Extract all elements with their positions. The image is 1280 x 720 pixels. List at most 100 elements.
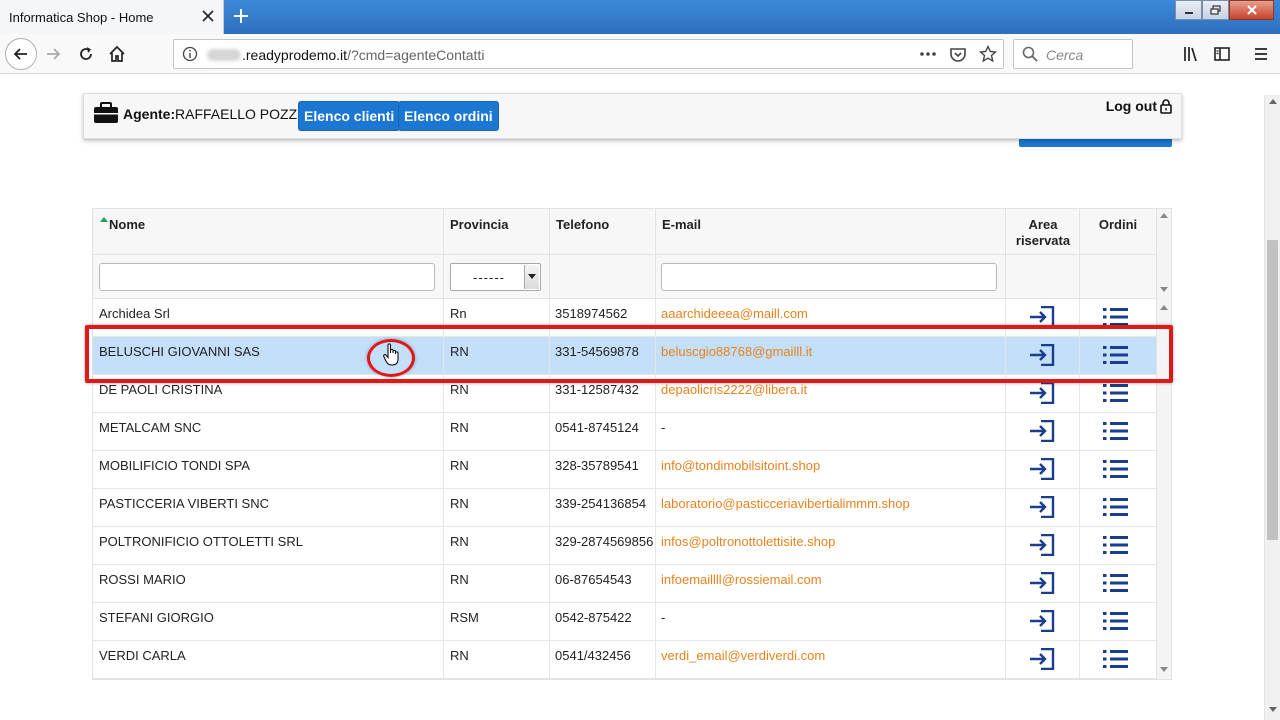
close-window-icon[interactable] (1229, 0, 1274, 20)
client-name[interactable]: BELUSCHI GIOVANNI SAS (99, 344, 260, 359)
orders-list-button[interactable]: Elenco ordini (398, 101, 499, 131)
close-tab-icon[interactable] (200, 8, 216, 24)
client-email[interactable]: laboratorio@pasticceriavibertialimmm.sho… (661, 496, 910, 511)
header-nome[interactable]: Nome (93, 209, 444, 254)
sidebar-icon[interactable] (1211, 43, 1233, 65)
client-email[interactable]: depaolicris2222@libera.it (661, 382, 807, 397)
table-row[interactable]: BELUSCHI GIOVANNI SAS RN 331-54569878 belus… (93, 337, 1156, 375)
table-row[interactable]: DE PAOLI CRISTINA RN 331-12587432 depaolicr… (93, 375, 1156, 413)
header-provincia-label: Provincia (450, 217, 509, 232)
client-name[interactable]: DE PAOLI CRISTINA (99, 382, 222, 397)
client-email[interactable]: verdi_email@verdiverdi.com (661, 648, 825, 663)
orders-list-icon[interactable] (1103, 459, 1129, 482)
address-bar[interactable]: .readyprodemo.it/?cmd=agenteContatti (173, 39, 1004, 69)
client-email[interactable]: beluscgio88768@gmailll.it (661, 344, 812, 359)
client-phone: 06-87654543 (555, 572, 632, 587)
restore-icon[interactable] (1202, 0, 1229, 20)
orders-list-icon[interactable] (1103, 383, 1129, 406)
scroll-down-icon[interactable] (1160, 667, 1168, 673)
orders-list-icon[interactable] (1103, 535, 1129, 558)
filter-email-input[interactable] (661, 263, 997, 291)
back-icon[interactable] (5, 38, 37, 70)
login-icon[interactable] (1029, 647, 1055, 673)
client-name[interactable]: VERDI CARLA (99, 648, 186, 663)
client-email[interactable]: info@tondimobilsitoint.shop (661, 458, 820, 473)
client-phone: 331-12587432 (555, 382, 639, 397)
client-email[interactable]: aaarchideeea@maill.com (661, 306, 808, 321)
table-row[interactable]: METALCAM SNC RN 0541-8745124 - (93, 413, 1156, 451)
logout-link[interactable]: Log out (1106, 98, 1172, 114)
login-icon[interactable] (1029, 533, 1055, 559)
scroll-up-icon[interactable] (1160, 305, 1168, 311)
forward-icon[interactable] (42, 43, 64, 65)
client-phone: 329-2874569856 (555, 534, 654, 549)
scroll-down-icon[interactable] (1160, 287, 1168, 293)
search-bar[interactable]: Cerca (1013, 39, 1133, 69)
scroll-up-icon[interactable] (1160, 213, 1168, 219)
page-scroll-thumb[interactable] (1267, 240, 1278, 540)
minimize-icon[interactable] (1175, 0, 1202, 20)
menu-icon[interactable] (1250, 43, 1272, 65)
table-scrollbar[interactable] (1156, 209, 1171, 679)
client-phone: 339-254136854 (555, 496, 647, 511)
client-province: RN (450, 382, 469, 397)
page-actions-icon[interactable] (919, 46, 937, 62)
table-row[interactable]: Archidea Srl Rn 3518974562 aaarchideeea@mai… (93, 299, 1156, 337)
client-name[interactable]: STEFANI GIORGIO (99, 610, 214, 625)
table-row[interactable]: ROSSI MARIO RN 06-87654543 infoemaillll@ros… (93, 565, 1156, 603)
scroll-down-icon[interactable] (1269, 707, 1277, 713)
library-icon[interactable] (1180, 43, 1202, 65)
filter-provincia-select[interactable]: ------ (450, 263, 541, 291)
pocket-icon[interactable] (949, 45, 967, 63)
login-icon[interactable] (1029, 305, 1055, 331)
orders-list-icon[interactable] (1103, 497, 1129, 520)
client-province: Rn (450, 306, 467, 321)
browser-tab[interactable]: Informatica Shop - Home (0, 0, 224, 34)
client-phone: 0541-8745124 (555, 420, 639, 435)
scroll-up-icon[interactable] (1269, 99, 1277, 105)
clients-list-button[interactable]: Elenco clienti (298, 101, 401, 131)
dropdown-arrow-icon[interactable] (524, 265, 539, 289)
login-icon[interactable] (1029, 343, 1055, 369)
bookmark-star-icon[interactable] (979, 45, 997, 63)
client-email[interactable]: infoemaillll@rossiemail.com (661, 572, 822, 587)
header-provincia[interactable]: Provincia (444, 209, 550, 254)
client-name[interactable]: MOBILIFICIO TONDI SPA (99, 458, 250, 473)
table-row[interactable]: STEFANI GIORGIO RSM 0542-875422 - (93, 603, 1156, 641)
orders-list-icon[interactable] (1103, 573, 1129, 596)
client-province: RN (450, 420, 469, 435)
client-name[interactable]: POLTRONIFICIO OTTOLETTI SRL (99, 534, 303, 549)
new-tab-icon[interactable] (232, 7, 250, 25)
orders-list-icon[interactable] (1103, 307, 1129, 330)
login-icon[interactable] (1029, 495, 1055, 521)
table-header: Nome Provincia Telefono E-mail Area rise… (93, 209, 1156, 255)
client-email[interactable]: infos@poltronottolettisite.shop (661, 534, 835, 549)
table-row[interactable]: VERDI CARLA RN 0541/432456 verdi_email@verd… (93, 641, 1156, 679)
site-info-icon[interactable] (182, 46, 198, 62)
home-icon[interactable] (106, 43, 128, 65)
orders-list-icon[interactable] (1103, 345, 1129, 368)
header-email[interactable]: E-mail (656, 209, 1006, 254)
filter-nome-input[interactable] (99, 263, 435, 291)
reload-icon[interactable] (75, 43, 97, 65)
header-area-label-2: riservata (1015, 233, 1071, 248)
client-name[interactable]: ROSSI MARIO (99, 572, 186, 587)
login-icon[interactable] (1029, 609, 1055, 635)
client-name[interactable]: Archidea Srl (99, 306, 170, 321)
orders-list-icon[interactable] (1103, 421, 1129, 444)
login-icon[interactable] (1029, 419, 1055, 445)
table-row[interactable]: PASTICCERIA VIBERTI SNC RN 339-254136854 la… (93, 489, 1156, 527)
orders-list-icon[interactable] (1103, 649, 1129, 672)
page-scrollbar[interactable] (1264, 95, 1280, 720)
client-name[interactable]: METALCAM SNC (99, 420, 201, 435)
orders-list-icon[interactable] (1103, 611, 1129, 634)
client-province: RN (450, 534, 469, 549)
login-icon[interactable] (1029, 457, 1055, 483)
header-telefono-label: Telefono (556, 217, 610, 232)
table-row[interactable]: MOBILIFICIO TONDI SPA RN 328-35789541 info@… (93, 451, 1156, 489)
login-icon[interactable] (1029, 571, 1055, 597)
header-telefono[interactable]: Telefono (550, 209, 656, 254)
login-icon[interactable] (1029, 381, 1055, 407)
table-row[interactable]: POLTRONIFICIO OTTOLETTI SRL RN 329-2874569… (93, 527, 1156, 565)
client-name[interactable]: PASTICCERIA VIBERTI SNC (99, 496, 269, 511)
